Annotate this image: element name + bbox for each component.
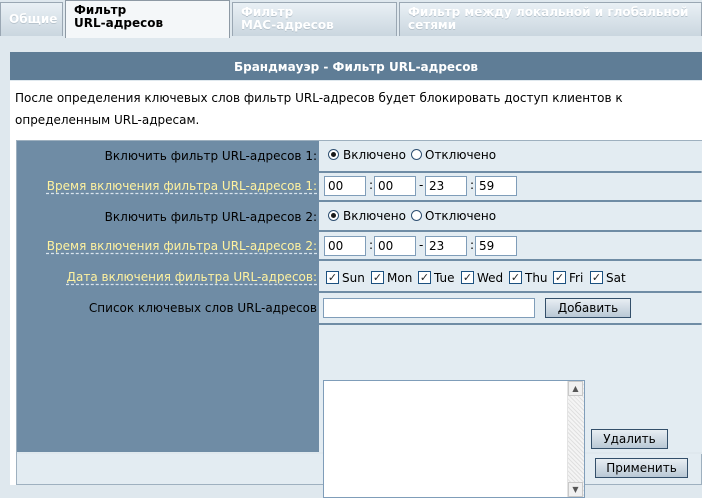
apply-button[interactable]: Применить — [595, 458, 688, 478]
time1-colon-1: : — [369, 178, 374, 192]
time1-start-minute-input[interactable] — [374, 176, 416, 196]
enable2-label: Включить фильтр URL-адресов 2: — [104, 210, 317, 224]
day-mon-checkbox[interactable]: ✓ — [371, 271, 384, 284]
day-sun-label: Sun — [342, 271, 365, 285]
enable2-off-label: Отключено — [425, 209, 497, 223]
keyword-input[interactable] — [323, 298, 535, 318]
time2-start-hour-input[interactable] — [324, 236, 366, 256]
time2-colon-1: : — [369, 238, 374, 252]
time1-start-hour-input[interactable] — [324, 176, 366, 196]
tab-mac-filter[interactable]: Фильтр MAC-адресов — [232, 2, 397, 36]
enable1-on-label: Включено — [343, 148, 406, 162]
day-fri-label: Fri — [569, 271, 584, 285]
description-text: После определения ключевых слов фильтр U… — [15, 91, 623, 127]
tab-general-label: Общие — [9, 12, 58, 26]
time1-dash: - — [419, 178, 424, 192]
enable2-on-radio[interactable] — [328, 210, 339, 221]
enable2-on-label: Включено — [343, 209, 406, 223]
delete-button[interactable]: Удалить — [591, 429, 668, 449]
day-fri-checkbox[interactable]: ✓ — [553, 271, 566, 284]
time2-start-minute-input[interactable] — [374, 236, 416, 256]
time2-dash: - — [419, 238, 424, 252]
date-label: Дата включения фильтра URL-адресов: — [66, 270, 317, 284]
scroll-up-icon[interactable]: ▲ — [568, 381, 583, 396]
keyword-list[interactable]: ▲ ▼ — [323, 380, 585, 498]
day-tue-label: Tue — [434, 271, 455, 285]
enable1-off-label: Отключено — [425, 148, 497, 162]
url-filter-panel: Брандмауэр - Фильтр URL-адресов После оп… — [10, 52, 702, 498]
day-thu-label: Thu — [525, 271, 548, 285]
day-sun-checkbox[interactable]: ✓ — [326, 271, 339, 284]
time1-end-hour-input[interactable] — [425, 176, 467, 196]
enable2-off-radio[interactable] — [411, 210, 422, 221]
time2-end-hour-input[interactable] — [425, 236, 467, 256]
page-title: Брандмауэр - Фильтр URL-адресов — [10, 52, 702, 81]
time2-label: Время включения фильтра URL-адресов 2: — [46, 239, 317, 253]
day-tue-checkbox[interactable]: ✓ — [418, 271, 431, 284]
tab-url-filter[interactable]: Фильтр URL-адресов — [65, 0, 230, 38]
add-button[interactable]: Добавить — [545, 298, 631, 318]
day-sat-label: Sat — [606, 271, 626, 285]
tab-bar: Общие Фильтр URL-адресов Фильтр MAC-адре… — [0, 0, 702, 38]
scroll-down-icon[interactable]: ▼ — [568, 482, 583, 497]
url-filter-form: Включить фильтр URL-адресов 1: Включено … — [16, 140, 702, 498]
day-sat-checkbox[interactable]: ✓ — [590, 271, 603, 284]
enable1-on-radio[interactable] — [328, 149, 339, 160]
time1-colon-2: : — [470, 178, 475, 192]
day-wed-label: Wed — [477, 271, 504, 285]
tab-general[interactable]: Общие — [0, 2, 63, 36]
enable1-label: Включить фильтр URL-адресов 1: — [104, 149, 317, 163]
day-mon-label: Mon — [387, 271, 413, 285]
tab-mac-filter-label-2: MAC-адресов — [241, 18, 334, 32]
keyword-label: Список ключевых слов URL-адресов — [88, 301, 317, 315]
tab-lan-wan-filter-label-2: сетями — [408, 18, 457, 32]
list-scrollbar[interactable]: ▲ ▼ — [567, 381, 584, 497]
time1-end-minute-input[interactable] — [475, 176, 517, 196]
day-thu-checkbox[interactable]: ✓ — [509, 271, 522, 284]
tab-url-filter-label-2: URL-адресов — [74, 16, 164, 30]
day-wed-checkbox[interactable]: ✓ — [461, 271, 474, 284]
time1-label: Время включения фильтра URL-адресов 1: — [46, 179, 317, 193]
enable1-off-radio[interactable] — [411, 149, 422, 160]
tab-lan-wan-filter[interactable]: Фильтр между локальной и глобальной сетя… — [399, 2, 702, 36]
time2-colon-2: : — [470, 238, 475, 252]
time2-end-minute-input[interactable] — [475, 236, 517, 256]
